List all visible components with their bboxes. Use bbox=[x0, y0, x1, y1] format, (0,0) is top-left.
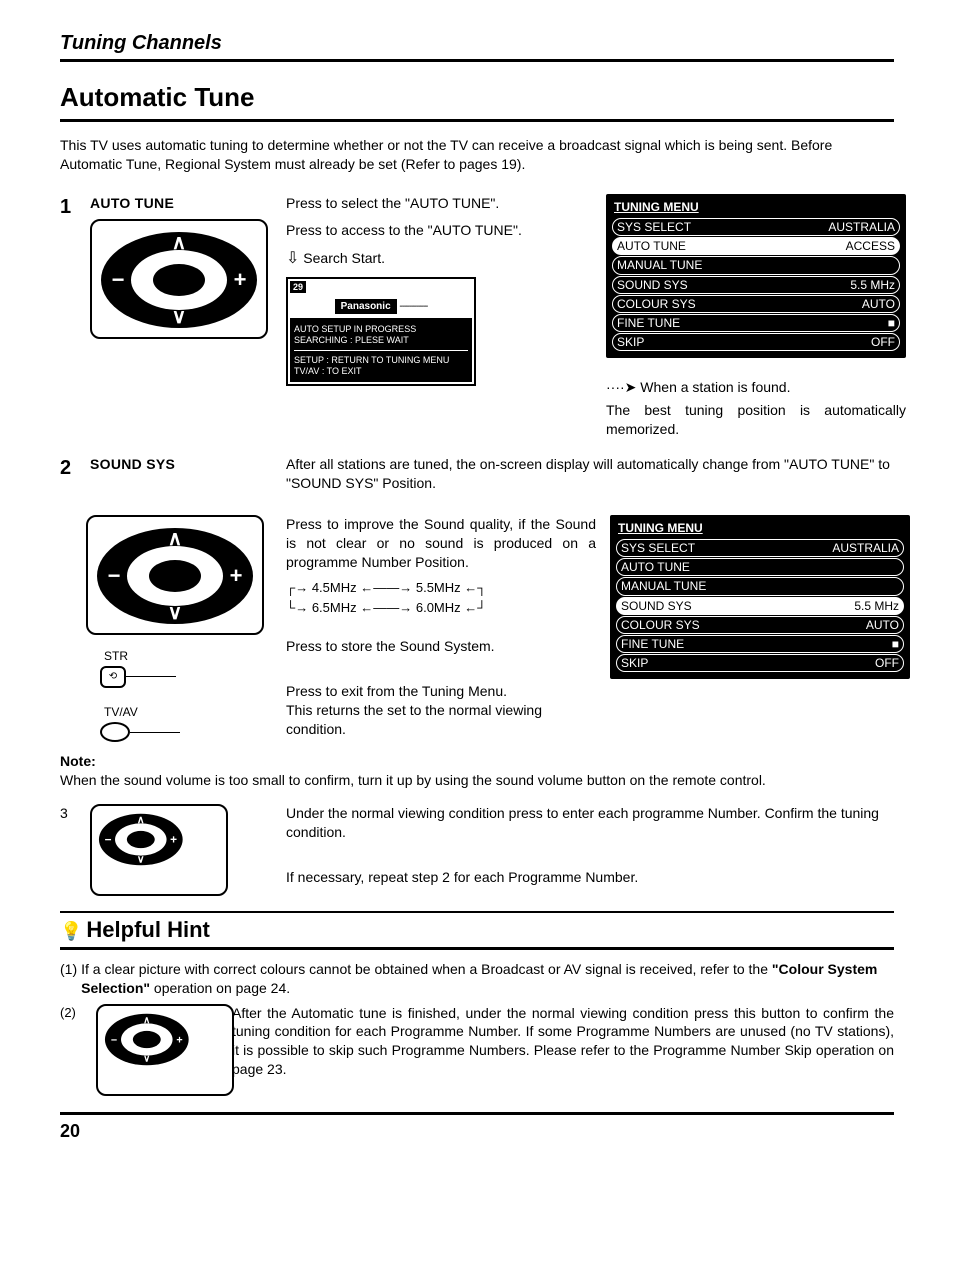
osd-menu-2: TUNING MENU SYS SELECTAUSTRALIAAUTO TUNE… bbox=[610, 515, 910, 680]
channel-number: 29 bbox=[290, 281, 306, 293]
svg-text:−: − bbox=[112, 267, 125, 292]
brand-label: Panasonic bbox=[335, 299, 397, 315]
svg-text:+: + bbox=[230, 563, 243, 588]
screen-msg-1: AUTO SETUP IN PROGRESS bbox=[294, 324, 468, 335]
step2-line1: Press to improve the Sound quality, if t… bbox=[286, 515, 596, 572]
page-number: 20 bbox=[60, 1121, 80, 1141]
step-1: 1 AUTO TUNE ∧ ∨ − + Press to select the … bbox=[60, 194, 894, 439]
dpad-icon: ∧ ∨ − + bbox=[86, 515, 264, 635]
svg-text:+: + bbox=[234, 267, 247, 292]
osd-row: MANUAL TUNE bbox=[612, 256, 900, 274]
step-1-number: 1 bbox=[60, 194, 82, 439]
osd-row: MANUAL TUNE bbox=[616, 577, 904, 595]
osd-row: SOUND SYS5.5 MHz bbox=[616, 597, 904, 615]
page-title: Automatic Tune bbox=[60, 80, 894, 122]
hint-heading: 💡Helpful Hint bbox=[60, 911, 894, 950]
note-label: Note: bbox=[60, 753, 96, 769]
dpad-icon: ∧ ∨ − + bbox=[90, 219, 268, 339]
osd1-title: TUNING MENU bbox=[612, 198, 900, 216]
svg-text:∧: ∧ bbox=[137, 814, 145, 826]
osd-row: AUTO TUNE bbox=[616, 558, 904, 576]
section-heading: Tuning Channels bbox=[60, 30, 894, 62]
svg-text:−: − bbox=[105, 832, 112, 846]
step-2: 2 SOUND SYS After all stations are tuned… bbox=[60, 455, 894, 499]
dpad-icon: ∧ ∨ − + bbox=[90, 804, 228, 896]
hint-2: (2) ∧ ∨ − + After the Automatic tune is … bbox=[60, 1004, 894, 1097]
osd-row: SKIPOFF bbox=[616, 654, 904, 672]
svg-text:+: + bbox=[170, 832, 177, 846]
note-text: When the sound volume is too small to co… bbox=[60, 772, 766, 788]
svg-text:∧: ∧ bbox=[143, 1014, 150, 1025]
hint-1: (1) If a clear picture with correct colo… bbox=[60, 960, 894, 998]
svg-text:∨: ∨ bbox=[172, 306, 187, 328]
screen-msg-3: SETUP : RETURN TO TUNING MENU bbox=[294, 355, 468, 366]
svg-text:∧: ∧ bbox=[172, 232, 187, 254]
osd-row: AUTO TUNEACCESS bbox=[612, 237, 900, 255]
tvav-text2: This returns the set to the normal viewi… bbox=[286, 701, 596, 739]
step1-line2: Press to access to the "AUTO TUNE". bbox=[286, 221, 586, 240]
str-label: STR bbox=[104, 648, 278, 664]
step-1-label: AUTO TUNE bbox=[90, 194, 278, 213]
step-3-number: 3 bbox=[60, 804, 82, 897]
tvav-button-icon bbox=[100, 722, 130, 742]
frequency-cycle: ┌→ 4.5MHz ←――→ 5.5MHz ←┐ └→ 6.5MHz ←――→ … bbox=[286, 578, 596, 620]
screen-msg-2: SEARCHING : PLESE WAIT bbox=[294, 335, 468, 346]
osd-row: COLOUR SYSAUTO bbox=[616, 616, 904, 634]
screen-msg-4: TV/AV : TO EXIT bbox=[294, 366, 468, 377]
arrow-down-icon: ⇩ bbox=[286, 250, 299, 267]
step3-line1: Under the normal viewing condition press… bbox=[286, 804, 894, 842]
svg-text:∨: ∨ bbox=[168, 602, 183, 624]
osd-row: SYS SELECTAUSTRALIA bbox=[612, 218, 900, 236]
svg-text:−: − bbox=[108, 563, 121, 588]
osd-row: COLOUR SYSAUTO bbox=[612, 295, 900, 313]
svg-text:∨: ∨ bbox=[143, 1053, 150, 1064]
osd-row: SOUND SYS5.5 MHz bbox=[612, 276, 900, 294]
note-block: Note: When the sound volume is too small… bbox=[60, 752, 894, 790]
step-3: 3 ∧ ∨ − + Under the normal viewing condi… bbox=[60, 804, 894, 897]
step1-line1: Press to select the "AUTO TUNE". bbox=[286, 194, 586, 213]
osd-row: SKIPOFF bbox=[612, 333, 900, 351]
osd-row: FINE TUNE■ bbox=[612, 314, 900, 332]
svg-text:+: + bbox=[176, 1034, 182, 1046]
osd-row: SYS SELECTAUSTRALIA bbox=[616, 539, 904, 557]
svg-text:∧: ∧ bbox=[168, 528, 183, 550]
osd2-title: TUNING MENU bbox=[616, 519, 904, 537]
str-text: Press to store the Sound System. bbox=[286, 637, 596, 656]
tvav-text1: Press to exit from the Tuning Menu. bbox=[286, 682, 596, 701]
tv-screen-panel: 29 Panasonic ------------ AUTO SETUP IN … bbox=[286, 277, 476, 386]
lightbulb-icon: 💡 bbox=[60, 921, 82, 941]
dpad-icon: ∧ ∨ − + bbox=[96, 1004, 234, 1096]
tvav-label: TV/AV bbox=[104, 704, 278, 720]
str-button-icon: ⟲ bbox=[100, 666, 126, 688]
step1-search: Search Start. bbox=[303, 250, 385, 266]
step-2-label: SOUND SYS bbox=[90, 455, 278, 499]
step-2-number: 2 bbox=[60, 455, 82, 499]
svg-text:∨: ∨ bbox=[137, 854, 145, 866]
svg-text:−: − bbox=[111, 1034, 117, 1046]
memorized-text: The best tuning position is automaticall… bbox=[606, 401, 906, 439]
step3-line2: If necessary, repeat step 2 for each Pro… bbox=[286, 868, 894, 887]
osd-menu-1: TUNING MENU SYS SELECTAUSTRALIAAUTO TUNE… bbox=[606, 194, 906, 359]
found-text: When a station is found. bbox=[640, 379, 790, 395]
step2-intro: After all stations are tuned, the on-scr… bbox=[286, 455, 894, 493]
intro-paragraph: This TV uses automatic tuning to determi… bbox=[60, 136, 894, 174]
osd-row: FINE TUNE■ bbox=[616, 635, 904, 653]
